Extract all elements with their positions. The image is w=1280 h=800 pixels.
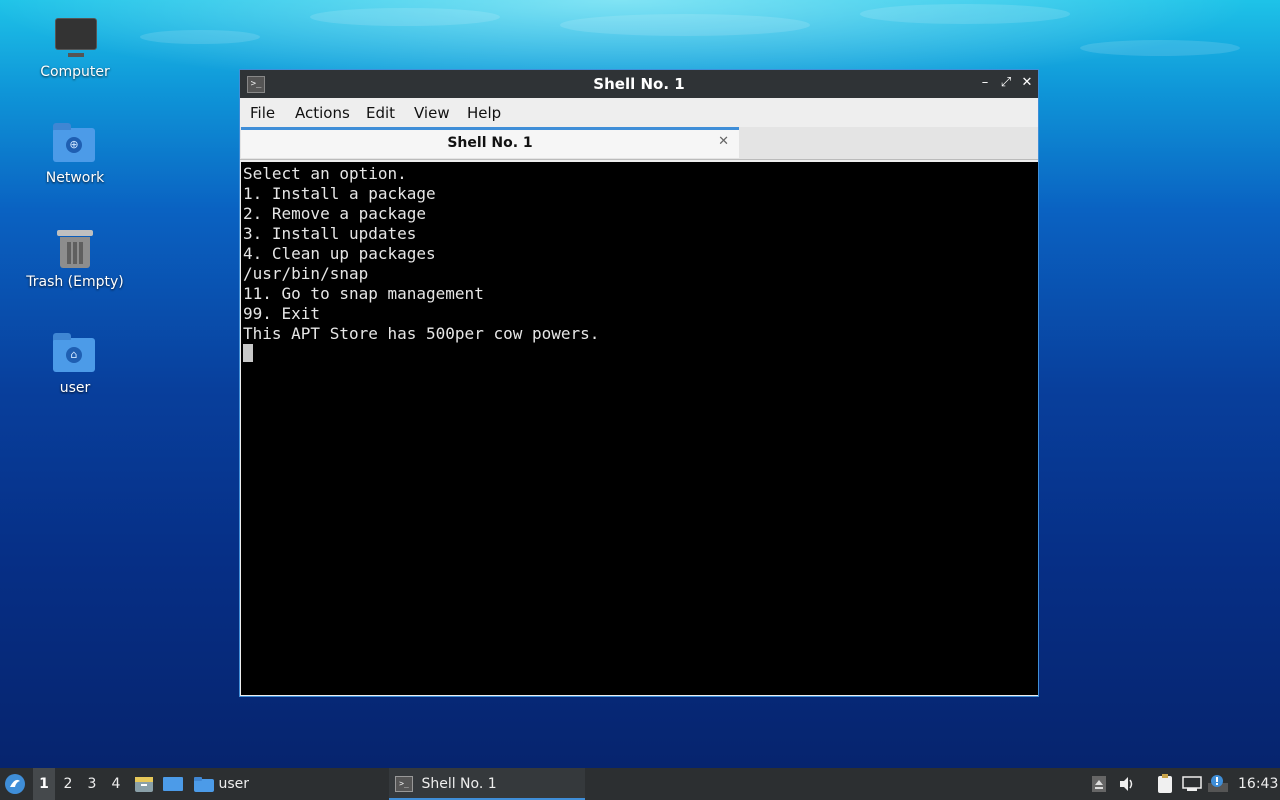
network-icon[interactable] <box>1182 768 1204 800</box>
clipboard-icon[interactable] <box>1156 768 1176 800</box>
volume-icon[interactable] <box>1118 768 1138 800</box>
menu-file[interactable]: File <box>250 104 275 122</box>
desktop-icon-trash[interactable]: Trash (Empty) <box>20 226 130 290</box>
menu-help[interactable]: Help <box>467 104 501 122</box>
tab-label: Shell No. 1 <box>447 135 533 151</box>
desktop-icon-label: Network <box>45 170 105 186</box>
terminal-line: 4. Clean up packages <box>243 244 436 263</box>
maximize-button[interactable]: ⤢ <box>997 74 1015 92</box>
workspace-1[interactable]: 1 <box>33 768 55 800</box>
taskbar-folder-user[interactable]: user <box>194 768 254 800</box>
terminal-line: Select an option. <box>243 164 407 183</box>
desktop-icon-user[interactable]: ⌂ user <box>20 332 130 396</box>
eject-icon[interactable] <box>1092 768 1108 800</box>
desktop-background: Computer ⊕ Network Trash (Empty) ⌂ user … <box>0 0 1280 768</box>
tab-bar: Shell No. 1 ✕ <box>240 127 1038 160</box>
folder-icon <box>194 777 214 792</box>
taskbar-folder-label: user <box>218 776 249 792</box>
show-desktop-icon[interactable] <box>162 768 184 800</box>
tab-shell-1[interactable]: Shell No. 1 ✕ <box>241 127 739 158</box>
workspace-3[interactable]: 3 <box>81 768 103 800</box>
workspace-4[interactable]: 4 <box>105 768 127 800</box>
home-folder-icon: ⌂ <box>53 332 97 376</box>
menu-bar: File Actions Edit View Help <box>240 98 1038 127</box>
desktop-icon-label: Trash (Empty) <box>26 274 124 290</box>
desktop-icon-computer[interactable]: Computer <box>20 16 130 80</box>
terminal-task-icon: >_ <box>395 776 413 792</box>
terminal-line: /usr/bin/snap <box>243 264 369 283</box>
tab-close-icon[interactable]: ✕ <box>718 134 729 149</box>
terminal-line: 11. Go to snap management <box>243 284 484 303</box>
lubuntu-logo-icon <box>5 774 25 794</box>
workspace-2[interactable]: 2 <box>57 768 79 800</box>
close-button[interactable]: ✕ <box>1018 74 1036 92</box>
network-folder-icon: ⊕ <box>53 122 97 166</box>
update-notifier-icon[interactable] <box>1208 768 1230 800</box>
taskbar: 1 2 3 4 user >_ Shell No. 1 16:43 <box>0 768 1280 800</box>
desktop-icon-label: Computer <box>40 64 110 80</box>
window-title: Shell No. 1 <box>593 75 685 93</box>
terminal-line: This APT Store has 500per cow powers. <box>243 324 600 343</box>
menu-actions[interactable]: Actions <box>295 104 350 122</box>
menu-edit[interactable]: Edit <box>366 104 395 122</box>
desktop-icon-label: user <box>59 380 91 396</box>
terminal-line: 99. Exit <box>243 304 321 323</box>
terminal-line: 3. Install updates <box>243 224 417 243</box>
taskbar-task-label: Shell No. 1 <box>421 776 497 792</box>
window-titlebar[interactable]: >_ Shell No. 1 – ⤢ ✕ <box>240 70 1038 98</box>
menu-view[interactable]: View <box>414 104 450 122</box>
terminal-line: 1. Install a package <box>243 184 436 203</box>
desktop-icon-network[interactable]: ⊕ Network <box>20 122 130 186</box>
start-menu-button[interactable] <box>4 768 28 800</box>
clock[interactable]: 16:43 <box>1238 768 1278 800</box>
taskbar-task-shell[interactable]: >_ Shell No. 1 <box>389 768 585 800</box>
file-manager-icon[interactable] <box>134 768 154 800</box>
trash-icon <box>53 226 97 270</box>
terminal-line: 2. Remove a package <box>243 204 427 223</box>
terminal-cursor <box>243 344 253 362</box>
minimize-button[interactable]: – <box>976 74 994 92</box>
terminal-window[interactable]: >_ Shell No. 1 – ⤢ ✕ File Actions Edit V… <box>239 69 1039 697</box>
computer-icon <box>53 16 97 60</box>
terminal-output[interactable]: Select an option. 1. Install a package 2… <box>241 162 1038 695</box>
